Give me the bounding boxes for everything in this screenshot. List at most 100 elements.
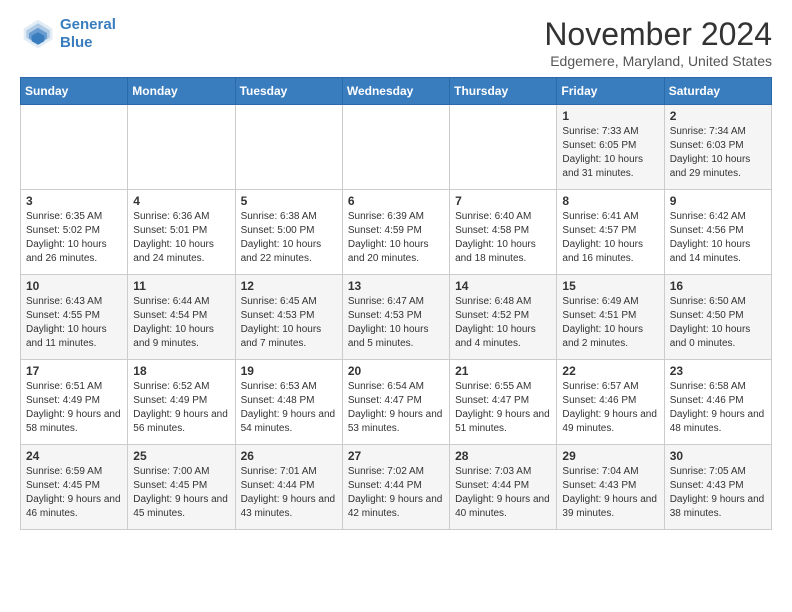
day-cell: 7Sunrise: 6:40 AMSunset: 4:58 PMDaylight…	[450, 190, 557, 275]
day-cell: 8 Sunrise: 6:41 AMSunset: 4:57 PMDaylight…	[557, 190, 664, 275]
day-cell: 18 Sunrise: 6:52 AMSunset: 4:49 PMDayligh…	[128, 360, 235, 445]
logo-general: General	[60, 16, 116, 33]
day-cell: 6Sunrise: 6:39 AMSunset: 4:59 PMDaylight…	[342, 190, 449, 275]
day-number: 19	[241, 364, 337, 378]
day-number: 5	[241, 194, 337, 208]
day-cell: 25Sunrise: 7:00 AMSunset: 4:45 PMDayligh…	[128, 445, 235, 530]
day-number: 13	[348, 279, 444, 293]
cell-text: Sunrise: 6:51 AMSunset: 4:49 PMDaylight:…	[26, 380, 122, 436]
subtitle: Edgemere, Maryland, United States	[544, 53, 772, 69]
day-number: 4	[133, 194, 229, 208]
cell-text: Sunrise: 6:40 AMSunset: 4:58 PMDaylight:…	[455, 210, 551, 266]
day-number: 22	[562, 364, 658, 378]
day-number: 18	[133, 364, 229, 378]
day-cell: 2Sunrise: 7:34 AMSunset: 6:03 PMDaylight…	[664, 105, 771, 190]
day-cell	[21, 105, 128, 190]
cell-text: Sunrise: 6:47 AMSunset: 4:53 PMDaylight:…	[348, 295, 444, 351]
week-row-3: 10 Sunrise: 6:43 AMSunset: 4:55 PMDayligh…	[21, 275, 772, 360]
cell-text: Sunrise: 7:03 AMSunset: 4:44 PMDaylight:…	[455, 465, 551, 521]
cell-text: Sunrise: 6:38 AMSunset: 5:00 PMDaylight:…	[241, 210, 337, 266]
cell-text: Sunrise: 6:52 AMSunset: 4:49 PMDaylight:…	[133, 380, 229, 436]
weekday-header-monday: Monday	[128, 78, 235, 105]
calendar-header: SundayMondayTuesdayWednesdayThursdayFrid…	[21, 78, 772, 105]
logo-blue-word: Blue	[60, 34, 93, 51]
day-cell: 19 Sunrise: 6:53 AMSunset: 4:48 PMDayligh…	[235, 360, 342, 445]
day-cell: 22Sunrise: 6:57 AMSunset: 4:46 PMDayligh…	[557, 360, 664, 445]
day-cell: 5 Sunrise: 6:38 AMSunset: 5:00 PMDaylight…	[235, 190, 342, 275]
day-number: 17	[26, 364, 122, 378]
day-cell: 11 Sunrise: 6:44 AMSunset: 4:54 PMDayligh…	[128, 275, 235, 360]
day-number: 8	[562, 194, 658, 208]
day-cell	[342, 105, 449, 190]
week-row-4: 17 Sunrise: 6:51 AMSunset: 4:49 PMDayligh…	[21, 360, 772, 445]
day-cell: 3 Sunrise: 6:35 AMSunset: 5:02 PMDaylight…	[21, 190, 128, 275]
cell-text: Sunrise: 6:42 AMSunset: 4:56 PMDaylight:…	[670, 210, 766, 266]
cell-text: Sunrise: 6:59 AMSunset: 4:45 PMDaylight:…	[26, 465, 122, 521]
day-cell	[128, 105, 235, 190]
page: General Blue November 2024 Edgemere, Mar…	[0, 0, 792, 546]
day-cell: 4 Sunrise: 6:36 AMSunset: 5:01 PMDaylight…	[128, 190, 235, 275]
day-cell: 21 Sunrise: 6:55 AMSunset: 4:47 PMDayligh…	[450, 360, 557, 445]
header: General Blue November 2024 Edgemere, Mar…	[20, 16, 772, 69]
weekday-row: SundayMondayTuesdayWednesdayThursdayFrid…	[21, 78, 772, 105]
cell-text: Sunrise: 7:02 AMSunset: 4:44 PMDaylight:…	[348, 465, 444, 521]
cell-text: Sunrise: 7:05 AMSunset: 4:43 PMDaylight:…	[670, 465, 766, 521]
calendar-body: 1 Sunrise: 7:33 AMSunset: 6:05 PMDaylight…	[21, 105, 772, 530]
day-cell: 28 Sunrise: 7:03 AMSunset: 4:44 PMDayligh…	[450, 445, 557, 530]
cell-text: Sunrise: 6:45 AMSunset: 4:53 PMDaylight:…	[241, 295, 337, 351]
day-number: 27	[348, 449, 444, 463]
day-cell: 26Sunrise: 7:01 AMSunset: 4:44 PMDayligh…	[235, 445, 342, 530]
logo: General Blue	[20, 16, 116, 52]
day-number: 14	[455, 279, 551, 293]
day-cell: 1 Sunrise: 7:33 AMSunset: 6:05 PMDaylight…	[557, 105, 664, 190]
weekday-header-sunday: Sunday	[21, 78, 128, 105]
day-cell	[235, 105, 342, 190]
day-number: 20	[348, 364, 444, 378]
cell-text: Sunrise: 6:35 AMSunset: 5:02 PMDaylight:…	[26, 210, 122, 266]
day-cell	[450, 105, 557, 190]
cell-text: Sunrise: 6:43 AMSunset: 4:55 PMDaylight:…	[26, 295, 122, 351]
day-cell: 20 Sunrise: 6:54 AMSunset: 4:47 PMDayligh…	[342, 360, 449, 445]
cell-text: Sunrise: 6:44 AMSunset: 4:54 PMDaylight:…	[133, 295, 229, 351]
day-cell: 23 Sunrise: 6:58 AMSunset: 4:46 PMDayligh…	[664, 360, 771, 445]
day-number: 23	[670, 364, 766, 378]
day-cell: 27 Sunrise: 7:02 AMSunset: 4:44 PMDayligh…	[342, 445, 449, 530]
weekday-header-wednesday: Wednesday	[342, 78, 449, 105]
day-number: 21	[455, 364, 551, 378]
day-number: 10	[26, 279, 122, 293]
day-number: 9	[670, 194, 766, 208]
week-row-2: 3 Sunrise: 6:35 AMSunset: 5:02 PMDaylight…	[21, 190, 772, 275]
cell-text: Sunrise: 6:50 AMSunset: 4:50 PMDaylight:…	[670, 295, 766, 351]
cell-text: Sunrise: 7:01 AMSunset: 4:44 PMDaylight:…	[241, 465, 337, 521]
cell-text: Sunrise: 6:49 AMSunset: 4:51 PMDaylight:…	[562, 295, 658, 351]
title-block: November 2024 Edgemere, Maryland, United…	[544, 16, 772, 69]
cell-text: Sunrise: 7:34 AMSunset: 6:03 PMDaylight:…	[670, 125, 766, 181]
cell-text: Sunrise: 6:53 AMSunset: 4:48 PMDaylight:…	[241, 380, 337, 436]
day-cell: 29Sunrise: 7:04 AMSunset: 4:43 PMDayligh…	[557, 445, 664, 530]
day-cell: 24Sunrise: 6:59 AMSunset: 4:45 PMDayligh…	[21, 445, 128, 530]
day-cell: 16 Sunrise: 6:50 AMSunset: 4:50 PMDayligh…	[664, 275, 771, 360]
day-number: 30	[670, 449, 766, 463]
cell-text: Sunrise: 7:33 AMSunset: 6:05 PMDaylight:…	[562, 125, 658, 181]
day-number: 1	[562, 109, 658, 123]
cell-text: Sunrise: 6:58 AMSunset: 4:46 PMDaylight:…	[670, 380, 766, 436]
day-number: 12	[241, 279, 337, 293]
logo-icon	[20, 16, 56, 52]
day-cell: 30 Sunrise: 7:05 AMSunset: 4:43 PMDayligh…	[664, 445, 771, 530]
day-number: 16	[670, 279, 766, 293]
cell-text: Sunrise: 6:41 AMSunset: 4:57 PMDaylight:…	[562, 210, 658, 266]
day-number: 28	[455, 449, 551, 463]
cell-text: Sunrise: 6:55 AMSunset: 4:47 PMDaylight:…	[455, 380, 551, 436]
day-number: 29	[562, 449, 658, 463]
week-row-5: 24Sunrise: 6:59 AMSunset: 4:45 PMDayligh…	[21, 445, 772, 530]
day-number: 6	[348, 194, 444, 208]
weekday-header-friday: Friday	[557, 78, 664, 105]
cell-text: Sunrise: 6:36 AMSunset: 5:01 PMDaylight:…	[133, 210, 229, 266]
cell-text: Sunrise: 6:54 AMSunset: 4:47 PMDaylight:…	[348, 380, 444, 436]
logo-text: General Blue	[60, 16, 116, 52]
day-number: 11	[133, 279, 229, 293]
day-cell: 17 Sunrise: 6:51 AMSunset: 4:49 PMDayligh…	[21, 360, 128, 445]
weekday-header-tuesday: Tuesday	[235, 78, 342, 105]
weekday-header-saturday: Saturday	[664, 78, 771, 105]
day-number: 3	[26, 194, 122, 208]
